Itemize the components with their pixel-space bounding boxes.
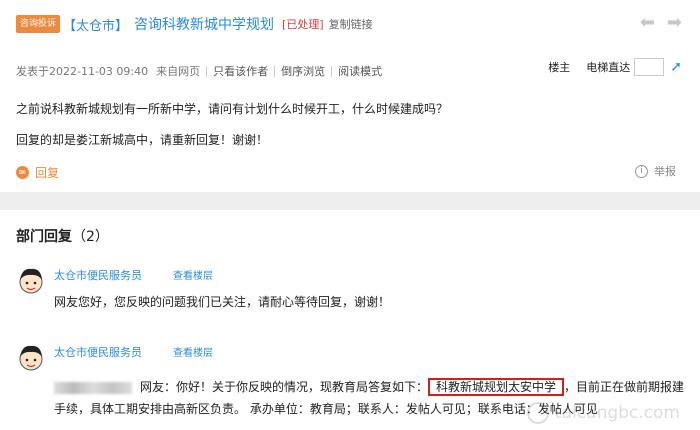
post-paragraph: 回复的却是娄江新城高中，请重新回复！谢谢！ [16, 133, 269, 147]
divider [331, 65, 333, 77]
section-title-text: 部门回复 [16, 229, 72, 245]
city-link[interactable]: 【太仓市】 [63, 15, 128, 34]
only-author-link[interactable]: 只看该作者 [213, 63, 268, 79]
copy-link-button[interactable]: 复制链接 [329, 16, 373, 32]
jump-label: 电梯直达 [586, 61, 631, 74]
replier-name[interactable]: 太仓市便民服务员 [54, 267, 142, 283]
floor-tools: 楼主 电梯直达 ➚ [548, 58, 682, 76]
report-label: 举报 [654, 165, 676, 178]
category-tag[interactable]: 咨询投诉 [16, 15, 61, 33]
jump-arrow-icon[interactable]: ➚ [670, 59, 682, 75]
reply-text: 网友您好，您反映的问题我们已关注，请耐心等待回复，谢谢！ [54, 295, 391, 309]
section-title: 部门回复（2） [16, 226, 109, 246]
avatar [19, 268, 43, 294]
post-content: 之前说科教新城规划有一所新中学，请问有计划什么时候开工，什么时候建成吗？ 回复的… [16, 101, 448, 163]
redacted-date [54, 381, 132, 394]
report-button[interactable]: i 举报 [635, 163, 676, 179]
post-meta: 发表于2022-11-03 09:40 来自网页 只看该作者 倒序浏览 阅读模式 [16, 63, 382, 79]
thread-nav: ⬅ ➡ [640, 12, 682, 33]
poster-label[interactable]: 楼主 [548, 59, 570, 75]
replier-name[interactable]: 太仓市便民服务员 [54, 344, 142, 360]
thread-title: 咨询科教新城中学规划 [134, 17, 275, 33]
post-source: 来自网页 [156, 65, 201, 78]
previous-thread-icon[interactable]: ⬅ [640, 12, 655, 33]
next-thread-icon[interactable]: ➡ [667, 12, 682, 33]
info-icon: i [635, 164, 648, 178]
view-floor-link[interactable]: 查看楼层 [173, 267, 213, 282]
avatar [19, 345, 43, 371]
floor-number-input[interactable] [634, 58, 665, 76]
thread-card: 咨询投诉 【太仓市】 咨询科教新城中学规划 [已处理] 复制链接 ⬅ ➡ 发表于… [0, 0, 700, 192]
title-row: 咨询投诉 【太仓市】 咨询科教新城中学规划 [已处理] 复制链接 [16, 14, 373, 34]
watermark: taicangbc.com [527, 402, 680, 424]
reply-count: （2） [72, 229, 109, 245]
reply-text-part: 网友：你好！关于你反映的情况，现教育局答复如下： [140, 380, 429, 394]
reply-label: 回复 [35, 166, 60, 180]
status-badge: [已处理] [282, 18, 324, 31]
watermark-logo-icon [527, 402, 549, 424]
read-mode-link[interactable]: 阅读模式 [338, 63, 382, 79]
watermark-text: taicangbc.com [555, 403, 680, 423]
reply-button[interactable]: ✉ 回复 [16, 164, 59, 181]
department-replies: 部门回复（2） 太仓市便民服务员 查看楼层 网友您好，您反映的问题我们已关注，请… [0, 210, 700, 430]
post-paragraph: 之前说科教新城规划有一所新中学，请问有计划什么时候开工，什么时候建成吗？ [16, 102, 449, 116]
reverse-order-link[interactable]: 倒序浏览 [281, 63, 325, 79]
divider [206, 65, 208, 77]
highlighted-text: 科教新城规划太安中学 [428, 378, 565, 396]
view-floor-link[interactable]: 查看楼层 [173, 344, 213, 359]
reply-item: 太仓市便民服务员 查看楼层 网友您好，您反映的问题我们已关注，请耐心等待回复，谢… [16, 266, 686, 316]
reply-icon: ✉ [16, 166, 29, 179]
post-date: 发表于2022-11-03 09:40 [16, 65, 149, 78]
divider [274, 65, 276, 77]
